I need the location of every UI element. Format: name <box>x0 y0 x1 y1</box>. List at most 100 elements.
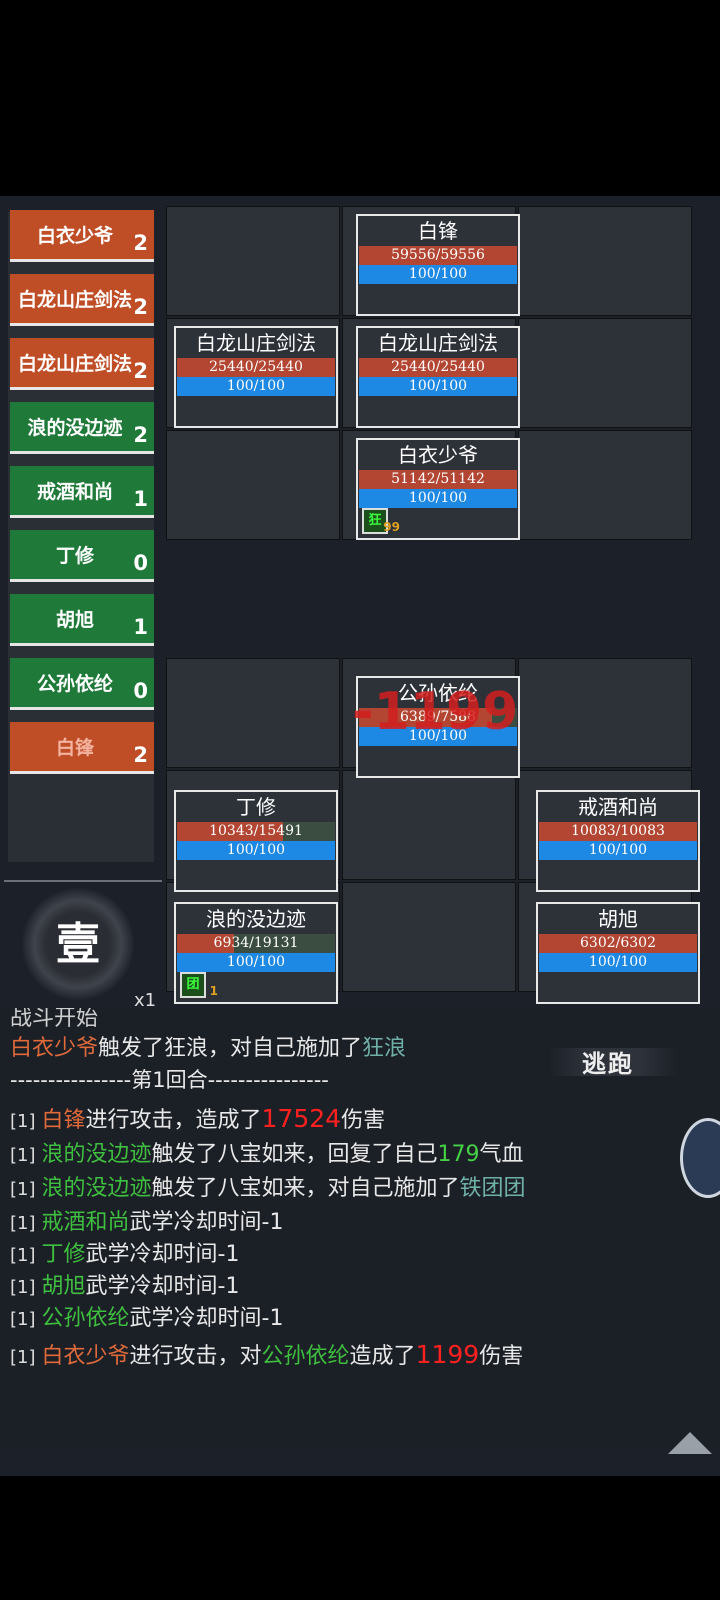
turn-order-item[interactable]: 胡旭 1 <box>10 594 154 646</box>
log-round: [1] <box>10 1277 36 1298</box>
turn-order-count: 0 <box>133 679 148 703</box>
grid-cell[interactable] <box>518 318 692 428</box>
log-actor: 浪的没边迹 <box>41 1176 152 1201</box>
hp-bar-text: 6934/19131 <box>213 935 299 951</box>
log-actor: 白衣少爷 <box>41 1344 130 1369</box>
log-text: 进行攻击，对 <box>129 1344 262 1369</box>
turn-order-item[interactable]: 白锋 2 <box>10 722 154 774</box>
unit-card-sword-right[interactable]: 白龙山庄剑法 25440/25440 100/100 <box>356 326 520 428</box>
turn-order-count: 2 <box>133 743 148 767</box>
log-round: [1] <box>10 1347 36 1368</box>
log-round: [1] <box>10 1179 36 1200</box>
hp-bar-text: 10083/10083 <box>571 823 665 839</box>
log-damage: 17524 <box>261 1104 342 1133</box>
grid-cell[interactable] <box>166 430 340 540</box>
unit-card-langde[interactable]: 浪的没边迹 6934/19131 100/100 团 1 <box>174 902 338 1004</box>
unit-name: 白龙山庄剑法 <box>378 331 498 355</box>
log-effect: 狂浪 <box>362 1036 407 1061</box>
hp-bar: 25440/25440 <box>359 358 517 377</box>
turn-order-count: 2 <box>133 231 148 255</box>
log-line: [1] 浪的没边迹触发了八宝如来，回复了自己179气血 <box>10 1136 524 1168</box>
mp-bar-text: 100/100 <box>408 266 468 282</box>
grid-cell[interactable] <box>342 770 516 880</box>
turn-order-item[interactable]: 浪的没边迹 2 <box>10 402 154 454</box>
grid-cell[interactable] <box>518 430 692 540</box>
turn-order-item[interactable]: 丁修 0 <box>10 530 154 582</box>
hp-bar-text: 59556/59556 <box>391 247 485 263</box>
round-icon: 壹 <box>22 888 134 1000</box>
unit-name: 戒酒和尚 <box>578 795 658 819</box>
log-text: 造成了 <box>349 1344 416 1369</box>
scroll-up-icon[interactable] <box>668 1432 712 1454</box>
log-line: 白衣少爷触发了狂浪，对自己施加了狂浪 <box>10 1030 406 1062</box>
flee-label: 逃跑 <box>582 1049 634 1078</box>
hp-bar: 51142/51142 <box>359 470 517 489</box>
grid-cell[interactable] <box>518 206 692 316</box>
hp-bar: 25440/25440 <box>177 358 335 377</box>
buff-icon[interactable]: 狂 99 <box>362 508 400 534</box>
turn-order-item[interactable]: 戒酒和尚 1 <box>10 466 154 518</box>
grid-cell[interactable] <box>518 658 692 768</box>
mp-bar: 100/100 <box>177 953 335 972</box>
hp-bar: 10083/10083 <box>539 822 697 841</box>
unit-name: 白锋 <box>418 219 458 243</box>
hp-bar-text: 25440/25440 <box>209 359 303 375</box>
turn-order-count: 1 <box>133 487 148 511</box>
unit-card-sword-left[interactable]: 白龙山庄剑法 25440/25440 100/100 <box>174 326 338 428</box>
log-line: [1] 丁修武学冷却时间-1 <box>10 1236 239 1268</box>
grid-cell[interactable] <box>342 882 516 992</box>
log-text: 气血 <box>479 1142 524 1167</box>
turn-order-count: 1 <box>133 615 148 639</box>
log-line: [1] 戒酒和尚武学冷却时间-1 <box>10 1204 283 1236</box>
unit-card-young-master[interactable]: 白衣少爷 51142/51142 100/100 狂 99 <box>356 438 520 540</box>
unit-card-huxu[interactable]: 胡旭 6302/6302 100/100 <box>536 902 700 1004</box>
turn-order-count: 2 <box>133 423 148 447</box>
mp-bar: 100/100 <box>177 377 335 396</box>
turn-order-item[interactable]: 白衣少爷 2 <box>10 210 154 262</box>
grid-cell[interactable] <box>166 658 340 768</box>
log-heal: 179 <box>437 1142 480 1167</box>
mp-bar-text: 100/100 <box>408 490 468 506</box>
unit-name: 白龙山庄剑法 <box>196 331 316 355</box>
turn-order-count: 2 <box>133 295 148 319</box>
turn-order-item[interactable]: 白龙山庄剑法 2 <box>10 274 154 326</box>
log-line: [1] 白锋进行攻击，造成了17524伤害 <box>10 1102 385 1134</box>
log-actor: 戒酒和尚 <box>41 1210 130 1235</box>
unit-name: 浪的没边迹 <box>206 907 306 931</box>
buff-stacks: 99 <box>383 520 400 534</box>
turn-order-item[interactable]: 白龙山庄剑法 2 <box>10 338 154 390</box>
buff-stacks: 1 <box>209 984 218 998</box>
mp-bar: 100/100 <box>539 953 697 972</box>
unit-card-dingxiu[interactable]: 丁修 10343/15491 100/100 <box>174 790 338 892</box>
unit-name: 胡旭 <box>598 907 638 931</box>
log-line-cut: 战斗开始 <box>10 1008 98 1032</box>
log-round: [1] <box>10 1111 36 1132</box>
unit-card-monk[interactable]: 戒酒和尚 10083/10083 100/100 <box>536 790 700 892</box>
hp-bar-text: 25440/25440 <box>391 359 485 375</box>
log-round: [1] <box>10 1245 36 1266</box>
turn-order-item[interactable]: 公孙依纶 0 <box>10 658 154 710</box>
flee-button[interactable]: 逃跑 <box>548 1040 678 1084</box>
log-line: [1] 胡旭武学冷却时间-1 <box>10 1268 239 1300</box>
log-damage: 1199 <box>415 1340 480 1369</box>
log-actor: 公孙依纶 <box>41 1306 130 1331</box>
buff-label: 团 <box>186 977 200 992</box>
buff-icon[interactable]: 团1 <box>180 972 218 998</box>
log-round-separator: ----------------第1回合---------------- <box>10 1068 329 1092</box>
mp-bar: 100/100 <box>177 841 335 860</box>
log-actor: 胡旭 <box>41 1274 86 1299</box>
turn-order-count: 2 <box>133 359 148 383</box>
log-target: 公孙依纶 <box>261 1344 350 1369</box>
hp-bar-text: 51142/51142 <box>391 471 485 487</box>
grid-cell[interactable] <box>166 206 340 316</box>
log-text: 伤害 <box>341 1108 386 1133</box>
turn-order-count: 0 <box>133 551 148 575</box>
log-text: 触发了狂浪，对自己施加了 <box>98 1036 363 1061</box>
buff-label: 狂 <box>368 513 382 528</box>
log-round: [1] <box>10 1213 36 1234</box>
mp-bar: 100/100 <box>359 377 517 396</box>
unit-card-bai-feng[interactable]: 白锋 59556/59556 100/100 <box>356 214 520 316</box>
hp-bar: 59556/59556 <box>359 246 517 265</box>
log-effect: 铁团团 <box>459 1176 526 1201</box>
log-text: 武学冷却时间-1 <box>85 1242 240 1267</box>
